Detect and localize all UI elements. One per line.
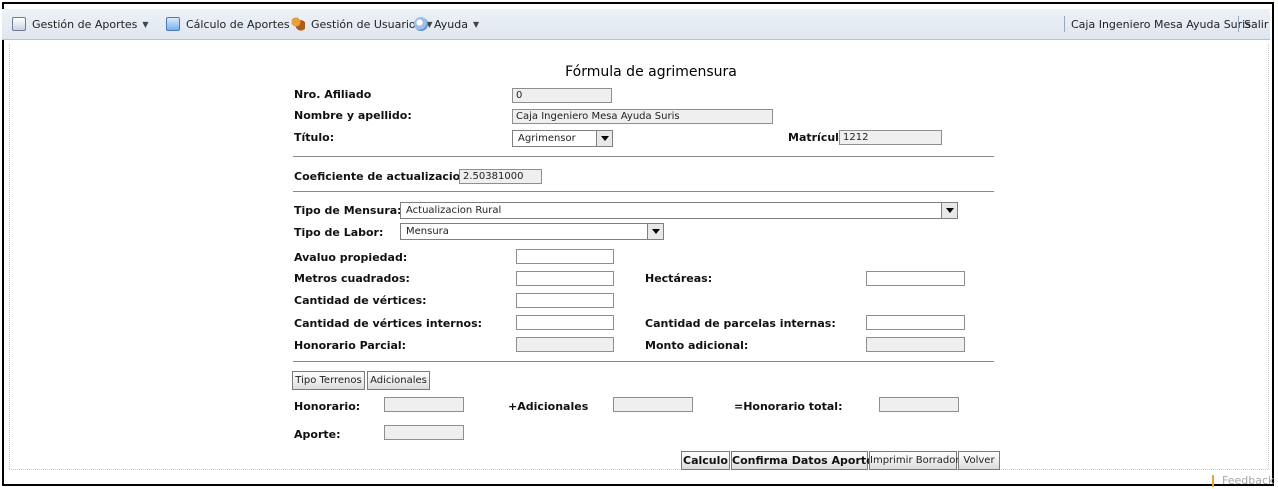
metros-label: Metros cuadrados: (294, 272, 410, 285)
menu-label: Ayuda (434, 17, 468, 31)
tipo-labor-select[interactable]: Mensura (400, 223, 664, 240)
menu-gestion-usuarios[interactable]: Gestión de Usuarios ▼ (291, 9, 433, 39)
vertices-input[interactable] (516, 293, 614, 308)
honorario-total-field[interactable] (879, 397, 959, 412)
volver-button[interactable]: Volver (958, 451, 1000, 470)
adicionales-field[interactable] (613, 397, 693, 412)
matricula-field[interactable]: 1212 (839, 130, 942, 145)
aporte-label: Aporte: (294, 428, 341, 441)
metros-input[interactable] (516, 271, 614, 286)
nro-afiliado-label: Nro. Afiliado (294, 88, 372, 101)
chevron-down-icon[interactable] (596, 131, 612, 146)
menu-label: Cálculo de Aportes (186, 17, 290, 31)
tab-tipo-terrenos[interactable]: Tipo Terrenos (292, 371, 365, 390)
confirma-datos-aporte-button[interactable]: Confirma Datos Aporte (731, 451, 874, 470)
vertices-internos-input[interactable] (516, 315, 614, 330)
honorario-total-label: =Honorario total: (734, 400, 843, 413)
hectareas-label: Hectáreas: (645, 272, 713, 285)
titulo-select[interactable]: Agrimensor (512, 130, 613, 147)
menu-separator (1238, 16, 1239, 32)
avaluo-input[interactable] (516, 249, 614, 264)
chevron-down-icon: ▼ (142, 19, 149, 29)
nombre-field[interactable]: Caja Ingeniero Mesa Ayuda Suris (512, 109, 773, 124)
tipo-labor-label: Tipo de Labor: (294, 226, 384, 239)
bottom-border (9, 469, 1268, 470)
menu-separator (1064, 16, 1065, 32)
page-title: Fórmula de agrimensura (565, 64, 737, 80)
coeficiente-field[interactable]: 2.50381000 (459, 169, 542, 184)
menu-ayuda[interactable]: Ayuda ▼ (414, 9, 479, 39)
titulo-value: Agrimensor (518, 133, 576, 144)
menu-label: Gestión de Aportes (32, 17, 138, 31)
honorario-field[interactable] (384, 397, 464, 412)
top-menu-bar: Gestión de Aportes ▼ Cálculo de Aportes … (2, 9, 1270, 40)
right-border (1268, 44, 1270, 469)
chevron-down-icon[interactable] (647, 224, 663, 239)
honorario-parcial-label: Honorario Parcial: (294, 339, 407, 352)
parcelas-internas-input[interactable] (866, 315, 965, 330)
titulo-label: Título: (294, 131, 335, 144)
feedback-label: Feedback (1222, 474, 1275, 487)
tipo-mensura-label: Tipo de Mensura: (294, 204, 402, 217)
feedback-tab[interactable]: Feedback (1212, 474, 1274, 487)
divider (293, 361, 994, 362)
help-icon (414, 17, 428, 31)
vertices-label: Cantidad de vértices: (294, 294, 427, 307)
monto-adicional-field[interactable] (866, 337, 965, 352)
user-name: Caja Ingeniero Mesa Ayuda Suris (1071, 17, 1251, 31)
left-border (9, 44, 11, 469)
monto-adicional-label: Monto adicional: (645, 339, 749, 352)
divider (293, 191, 994, 192)
hectareas-input[interactable] (866, 271, 965, 286)
honorario-parcial-field[interactable] (516, 337, 614, 352)
nombre-label: Nombre y apellido: (294, 109, 412, 122)
calculo-button[interactable]: Calculo (681, 451, 730, 470)
adicionales-label: +Adicionales (508, 400, 589, 413)
imprimir-borrador-button[interactable]: Imprimir Borrador (869, 451, 959, 470)
parcelas-internas-label: Cantidad de parcelas internas: (645, 317, 836, 330)
users-icon (291, 17, 305, 31)
nro-afiliado-field[interactable]: 0 (512, 88, 612, 103)
honorario-label: Honorario: (294, 400, 361, 413)
menu-gestion-aportes[interactable]: Gestión de Aportes ▼ (12, 9, 149, 39)
menu-calculo-aportes[interactable]: Cálculo de Aportes ▼ (166, 9, 301, 39)
document-icon (12, 17, 26, 31)
tab-adicionales[interactable]: Adicionales (367, 371, 430, 390)
matricula-label: Matrícula (788, 131, 847, 144)
aporte-field[interactable] (384, 425, 464, 440)
calculator-icon (166, 17, 180, 31)
tipo-mensura-select[interactable]: Actualizacion Rural (400, 202, 958, 219)
chevron-down-icon: ▼ (472, 19, 480, 29)
vertices-internos-label: Cantidad de vértices internos: (294, 317, 483, 330)
coeficiente-label: Coeficiente de actualizacion: (294, 170, 473, 183)
avaluo-label: Avaluo propiedad: (294, 251, 408, 264)
chevron-down-icon[interactable] (941, 203, 957, 218)
tipo-mensura-value: Actualizacion Rural (406, 205, 502, 216)
divider (293, 156, 994, 157)
tipo-labor-value: Mensura (406, 226, 449, 237)
logout-link[interactable]: Salir (1244, 9, 1268, 39)
menu-label: Gestión de Usuarios (311, 17, 422, 31)
feedback-accent (1212, 475, 1214, 487)
